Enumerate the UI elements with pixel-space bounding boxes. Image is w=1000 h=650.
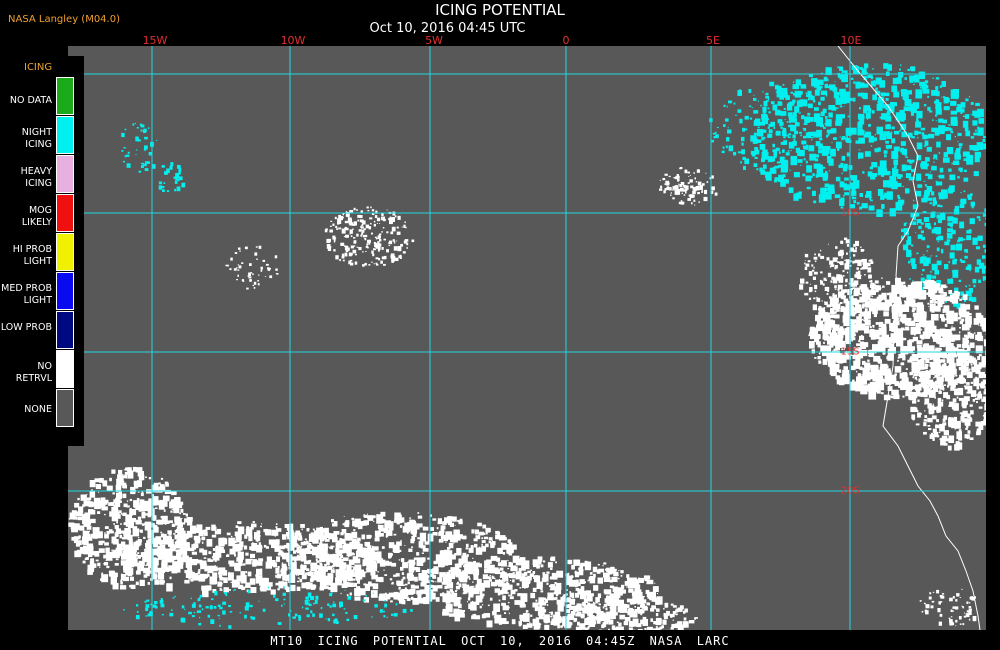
legend-label-no-data: NO DATA [9, 95, 52, 106]
legend-panel: NO DATA NIGHT ICING HEAVY ICING MOG LIKE… [0, 56, 84, 446]
lat-label-20s: 20S [840, 485, 860, 497]
icing-map [68, 46, 986, 630]
legend-swatch-low-prob [56, 311, 74, 349]
map-canvas [68, 46, 986, 630]
legend-label-no-retrvl: NO RETRVL [15, 361, 52, 384]
night-icing-region-ne [750, 63, 986, 217]
map-subtitle: Oct 10, 2016 04:45 UTC [369, 21, 526, 36]
legend-swatch-no-data [56, 77, 74, 115]
legend-swatch-heavy-icing [56, 155, 74, 193]
legend-swatch-med-prob-light [56, 272, 74, 310]
no-retrieval-region-center [324, 206, 415, 267]
legend-swatch-night-icing [56, 116, 74, 154]
footer-caption: MT10 ICING POTENTIAL OCT 10, 2016 04:45Z… [270, 634, 730, 648]
lon-label-5e: 5E [706, 34, 720, 47]
night-icing-region-s [123, 586, 413, 629]
legend-label-low-prob: LOW PROB [0, 322, 52, 333]
legend-label-night-icing: NIGHT ICING [21, 127, 52, 150]
legend-title: ICING [24, 62, 53, 73]
lon-label-0: 0 [562, 34, 570, 47]
no-retrieval-region-w [225, 245, 279, 290]
legend-label-heavy-icing: HEAVY ICING [20, 166, 52, 189]
no-retrieval-region-se2 [919, 588, 977, 627]
lat-label-15s: 15S [840, 346, 860, 358]
lon-label-10w: 10W [280, 34, 306, 47]
lon-label-15w: 15W [142, 34, 168, 47]
no-retrieval-region-mid [659, 167, 718, 206]
lat-label-10s: 10S [840, 207, 860, 219]
legend-label-none: NONE [24, 404, 52, 415]
map-title: ICING POTENTIAL [435, 1, 565, 19]
legend-swatch-mog-likely [56, 194, 74, 232]
legend-swatch-no-retrvl [56, 350, 74, 388]
lon-label-10e: 10E [840, 34, 862, 47]
legend-swatch-none [56, 389, 74, 427]
legend-swatch-hi-prob-light [56, 233, 74, 271]
no-retrieval-region-s2 [278, 511, 523, 605]
legend-label-hi-prob-light: HI PROB LIGHT [12, 244, 52, 267]
night-icing-region-nw2 [158, 162, 186, 192]
legend-label-mog-likely: MOG LIKELY [21, 205, 52, 228]
lon-label-5w: 5W [425, 34, 443, 47]
legend-label-med-prob-light: MED PROB LIGHT [1, 283, 52, 306]
